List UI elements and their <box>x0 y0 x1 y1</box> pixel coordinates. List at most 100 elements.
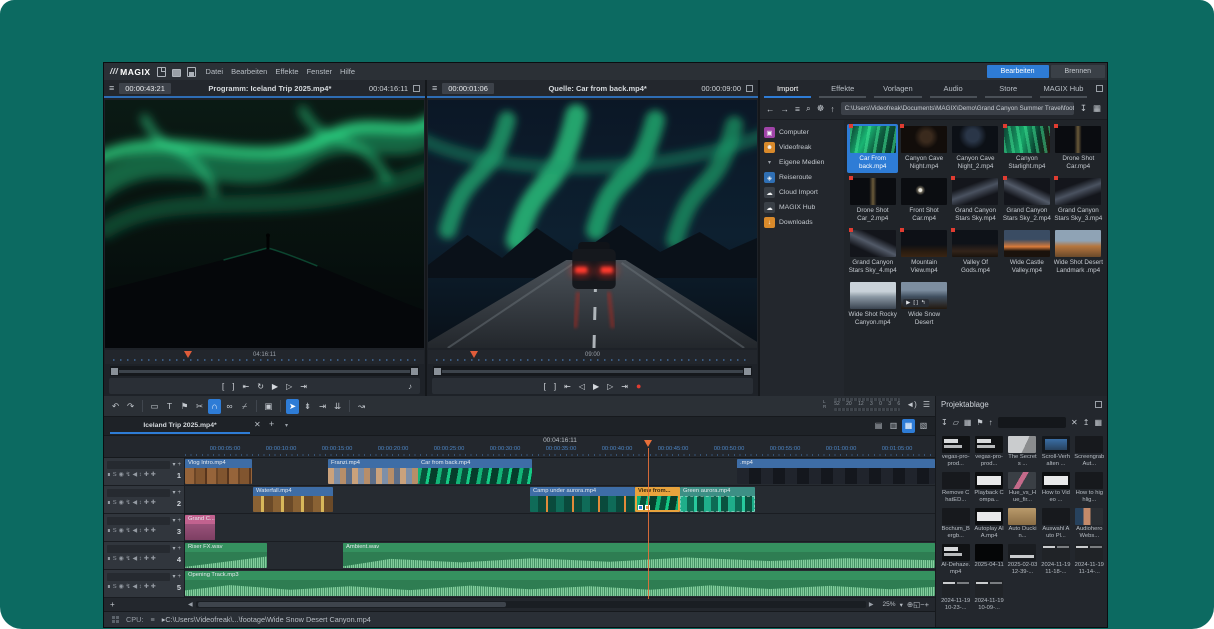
folder-tree-button[interactable]: ≡ <box>795 104 800 114</box>
add-tab-icon[interactable]: + <box>269 419 274 429</box>
track-header[interactable]: ▾+∎S◉↯◀↕✚✚1 <box>104 458 185 485</box>
bin-item[interactable]: Auto Duckin... <box>1006 508 1039 541</box>
source-current-timecode[interactable]: 00:00:01:06 <box>442 83 494 94</box>
clip-mp4[interactable]: .mp4 <box>737 459 935 484</box>
media-file-drone-shot-car-mp4[interactable]: Drone Shot Car.mp4 <box>1053 124 1104 173</box>
add-icon[interactable]: + <box>177 518 181 524</box>
menu-bearbeiten[interactable]: Bearbeiten <box>227 65 271 78</box>
clip-car-from-back-mp4[interactable]: Car from back.mp4 <box>418 459 532 484</box>
media-file-canyon-cave-night-2-mp4[interactable]: Canyon Cave Night_2.mp4 <box>950 124 1001 173</box>
view-grid-button[interactable]: ▦ <box>1093 103 1101 114</box>
media-file-car-from-back-mp4[interactable]: Car From back.mp4 <box>847 124 898 173</box>
scroll-left-icon[interactable]: ◀ <box>185 601 196 608</box>
add-track-icon[interactable]: ✚ <box>151 529 156 535</box>
media-file-grand-canyon-stars-sky-2-mp4[interactable]: Grand Canyon Stars Sky_2.mp4 <box>1001 176 1052 225</box>
clip-opening-track-mp3[interactable]: Opening Track.mp3 <box>185 571 935 596</box>
track-header[interactable]: ▾+∎S◉↯◀↕✚✚2 <box>104 486 185 513</box>
bin-item[interactable]: Auswahl Auto Pl... <box>1039 508 1072 541</box>
transition-icon[interactable]: ↯ <box>126 501 131 507</box>
add-effect-icon[interactable]: ✚ <box>144 585 149 591</box>
range-bar[interactable] <box>119 370 410 373</box>
media-file-wide-shot-desert-landmark-mp4[interactable]: Wide Shot Desert Landmark .mp4 <box>1053 228 1104 277</box>
insert-clip-button[interactable]: ↰ <box>921 300 926 306</box>
track-lane[interactable]: Waterfall.mp4Camp under aurora.mp4View f… <box>185 486 935 513</box>
media-file-wide-castle-valley-mp4[interactable]: Wide Castle Valley.mp4 <box>1001 228 1052 277</box>
track-name-box[interactable] <box>107 461 170 469</box>
view-timeline-button[interactable]: ▦ <box>902 419 915 433</box>
bin-item[interactable]: How to Video ... <box>1039 472 1072 505</box>
record-button[interactable]: ● <box>636 381 641 391</box>
sidebar-item-cloud-import[interactable]: ☁Cloud Import <box>760 185 844 200</box>
maximize-icon[interactable] <box>1095 401 1102 408</box>
tab-effekte[interactable]: Effekte <box>819 80 866 98</box>
unlink-button[interactable]: ⌿ <box>238 399 251 414</box>
clip-green-aurora-mp4[interactable]: Green aurora.mp4 <box>680 487 755 512</box>
play-button[interactable]: ▶ <box>593 382 599 391</box>
add-icon[interactable]: + <box>177 574 181 580</box>
hamburger-menu-icon[interactable]: ≡ <box>432 83 437 93</box>
clip-view-from[interactable]: View from... <box>635 487 680 512</box>
mark-in-button[interactable]: [ <box>222 382 224 391</box>
bin-item[interactable]: 2025-04-11 <box>972 544 1005 577</box>
solo-button[interactable]: S <box>113 501 117 507</box>
sidebar-item-magix-hub[interactable]: ☁MAGIX Hub <box>760 200 844 215</box>
loop-button[interactable]: ↻ <box>257 382 264 391</box>
program-ruler[interactable]: 04:16:11 <box>105 350 424 364</box>
solo-button[interactable]: S <box>113 529 117 535</box>
add-track-icon[interactable]: ✚ <box>151 473 156 479</box>
scrollbar-thumb[interactable] <box>198 602 506 607</box>
mute-icon[interactable]: ◀ <box>133 529 137 535</box>
bin-clear-search-button[interactable]: ✕ <box>1071 418 1078 427</box>
bin-item[interactable]: Audiohero Webs... <box>1073 508 1106 541</box>
transition-icon[interactable]: ↯ <box>126 473 131 479</box>
mute-icon[interactable]: ◀ <box>133 585 137 591</box>
grid-status-icon[interactable] <box>112 616 119 623</box>
timeline-ruler[interactable]: 00:04:16:11 00:00:05:0000:00:10:0000:00:… <box>104 436 935 458</box>
next-frame-button[interactable]: ▷ <box>286 382 292 391</box>
transition-icon[interactable]: ↯ <box>126 585 131 591</box>
add-track-icon[interactable]: ✚ <box>151 557 156 563</box>
tab-import[interactable]: Import <box>764 80 811 98</box>
fullscreen-icon[interactable] <box>413 85 420 92</box>
clip-franzi-mp4[interactable]: Franzi.mp4 <box>328 459 418 484</box>
solo-button[interactable]: S <box>113 557 117 563</box>
expander-icon[interactable]: ▾ <box>764 159 775 166</box>
undo-button[interactable]: ↶ <box>109 399 122 414</box>
media-file-grand-canyon-stars-sky-4-mp4[interactable]: Grand Canyon Stars Sky_4.mp4 <box>847 228 898 277</box>
next-frame-button[interactable]: ▷ <box>607 382 613 391</box>
prev-frame-button[interactable]: ◁ <box>579 382 585 391</box>
tab-magix-hub[interactable]: MAGIX Hub <box>1040 80 1087 98</box>
path-input[interactable]: C:\Users\Videofreak\Documents\MAGIX\Demo… <box>841 102 1074 115</box>
view-multicam-button[interactable]: ▧ <box>917 419 930 433</box>
bin-import-button[interactable]: ↧ <box>941 418 948 427</box>
project-tab[interactable]: Iceland Trip 2025.mp4* <box>110 417 250 434</box>
bin-item[interactable]: Bochum_Bergb... <box>939 508 972 541</box>
delete-button[interactable]: ▭ <box>148 399 161 414</box>
add-track-icon[interactable]: ✚ <box>151 501 156 507</box>
visibility-icon[interactable]: ◉ <box>119 585 124 591</box>
bin-item[interactable]: vegas-pro-prod... <box>972 436 1005 469</box>
bin-item[interactable]: Autoplay AIA.mp4 <box>972 508 1005 541</box>
volume-curve-icon[interactable]: ↕ <box>139 473 142 479</box>
volume-curve-icon[interactable]: ↕ <box>139 557 142 563</box>
volume-curve-icon[interactable]: ↕ <box>139 529 142 535</box>
chevron-down-icon[interactable]: ▾ <box>172 546 175 552</box>
add-effect-icon[interactable]: ✚ <box>144 557 149 563</box>
bin-view-grid-button[interactable]: ▦ <box>1094 418 1102 427</box>
view-storyboard-button[interactable]: ▤ <box>872 419 885 433</box>
tab-store[interactable]: Store <box>985 80 1032 98</box>
program-playhead[interactable] <box>184 351 192 362</box>
title-editor-button[interactable]: T <box>163 399 176 414</box>
mouse-mode-stretch-button[interactable]: ⇥ <box>316 399 329 414</box>
media-file-wide-snow-desert-canyon-mp4[interactable]: ▶[ ]↰Wide Snow Desert Canyon.mp4 <box>898 280 949 329</box>
bin-item[interactable]: 2024-11-19 11-18-... <box>1039 544 1072 577</box>
mute-icon[interactable]: ◀ <box>133 557 137 563</box>
timeline-playhead[interactable] <box>648 448 649 599</box>
add-effect-icon[interactable]: ✚ <box>144 473 149 479</box>
media-file-drone-shot-car-2-mp4[interactable]: Drone Shot Car_2.mp4 <box>847 176 898 225</box>
menu-fenster[interactable]: Fenster <box>303 65 336 78</box>
source-video-preview[interactable] <box>428 100 757 348</box>
play-button[interactable]: ▶ <box>272 382 278 391</box>
curve-mode-button[interactable]: ↝ <box>355 399 368 414</box>
program-range-bar[interactable] <box>110 366 419 376</box>
